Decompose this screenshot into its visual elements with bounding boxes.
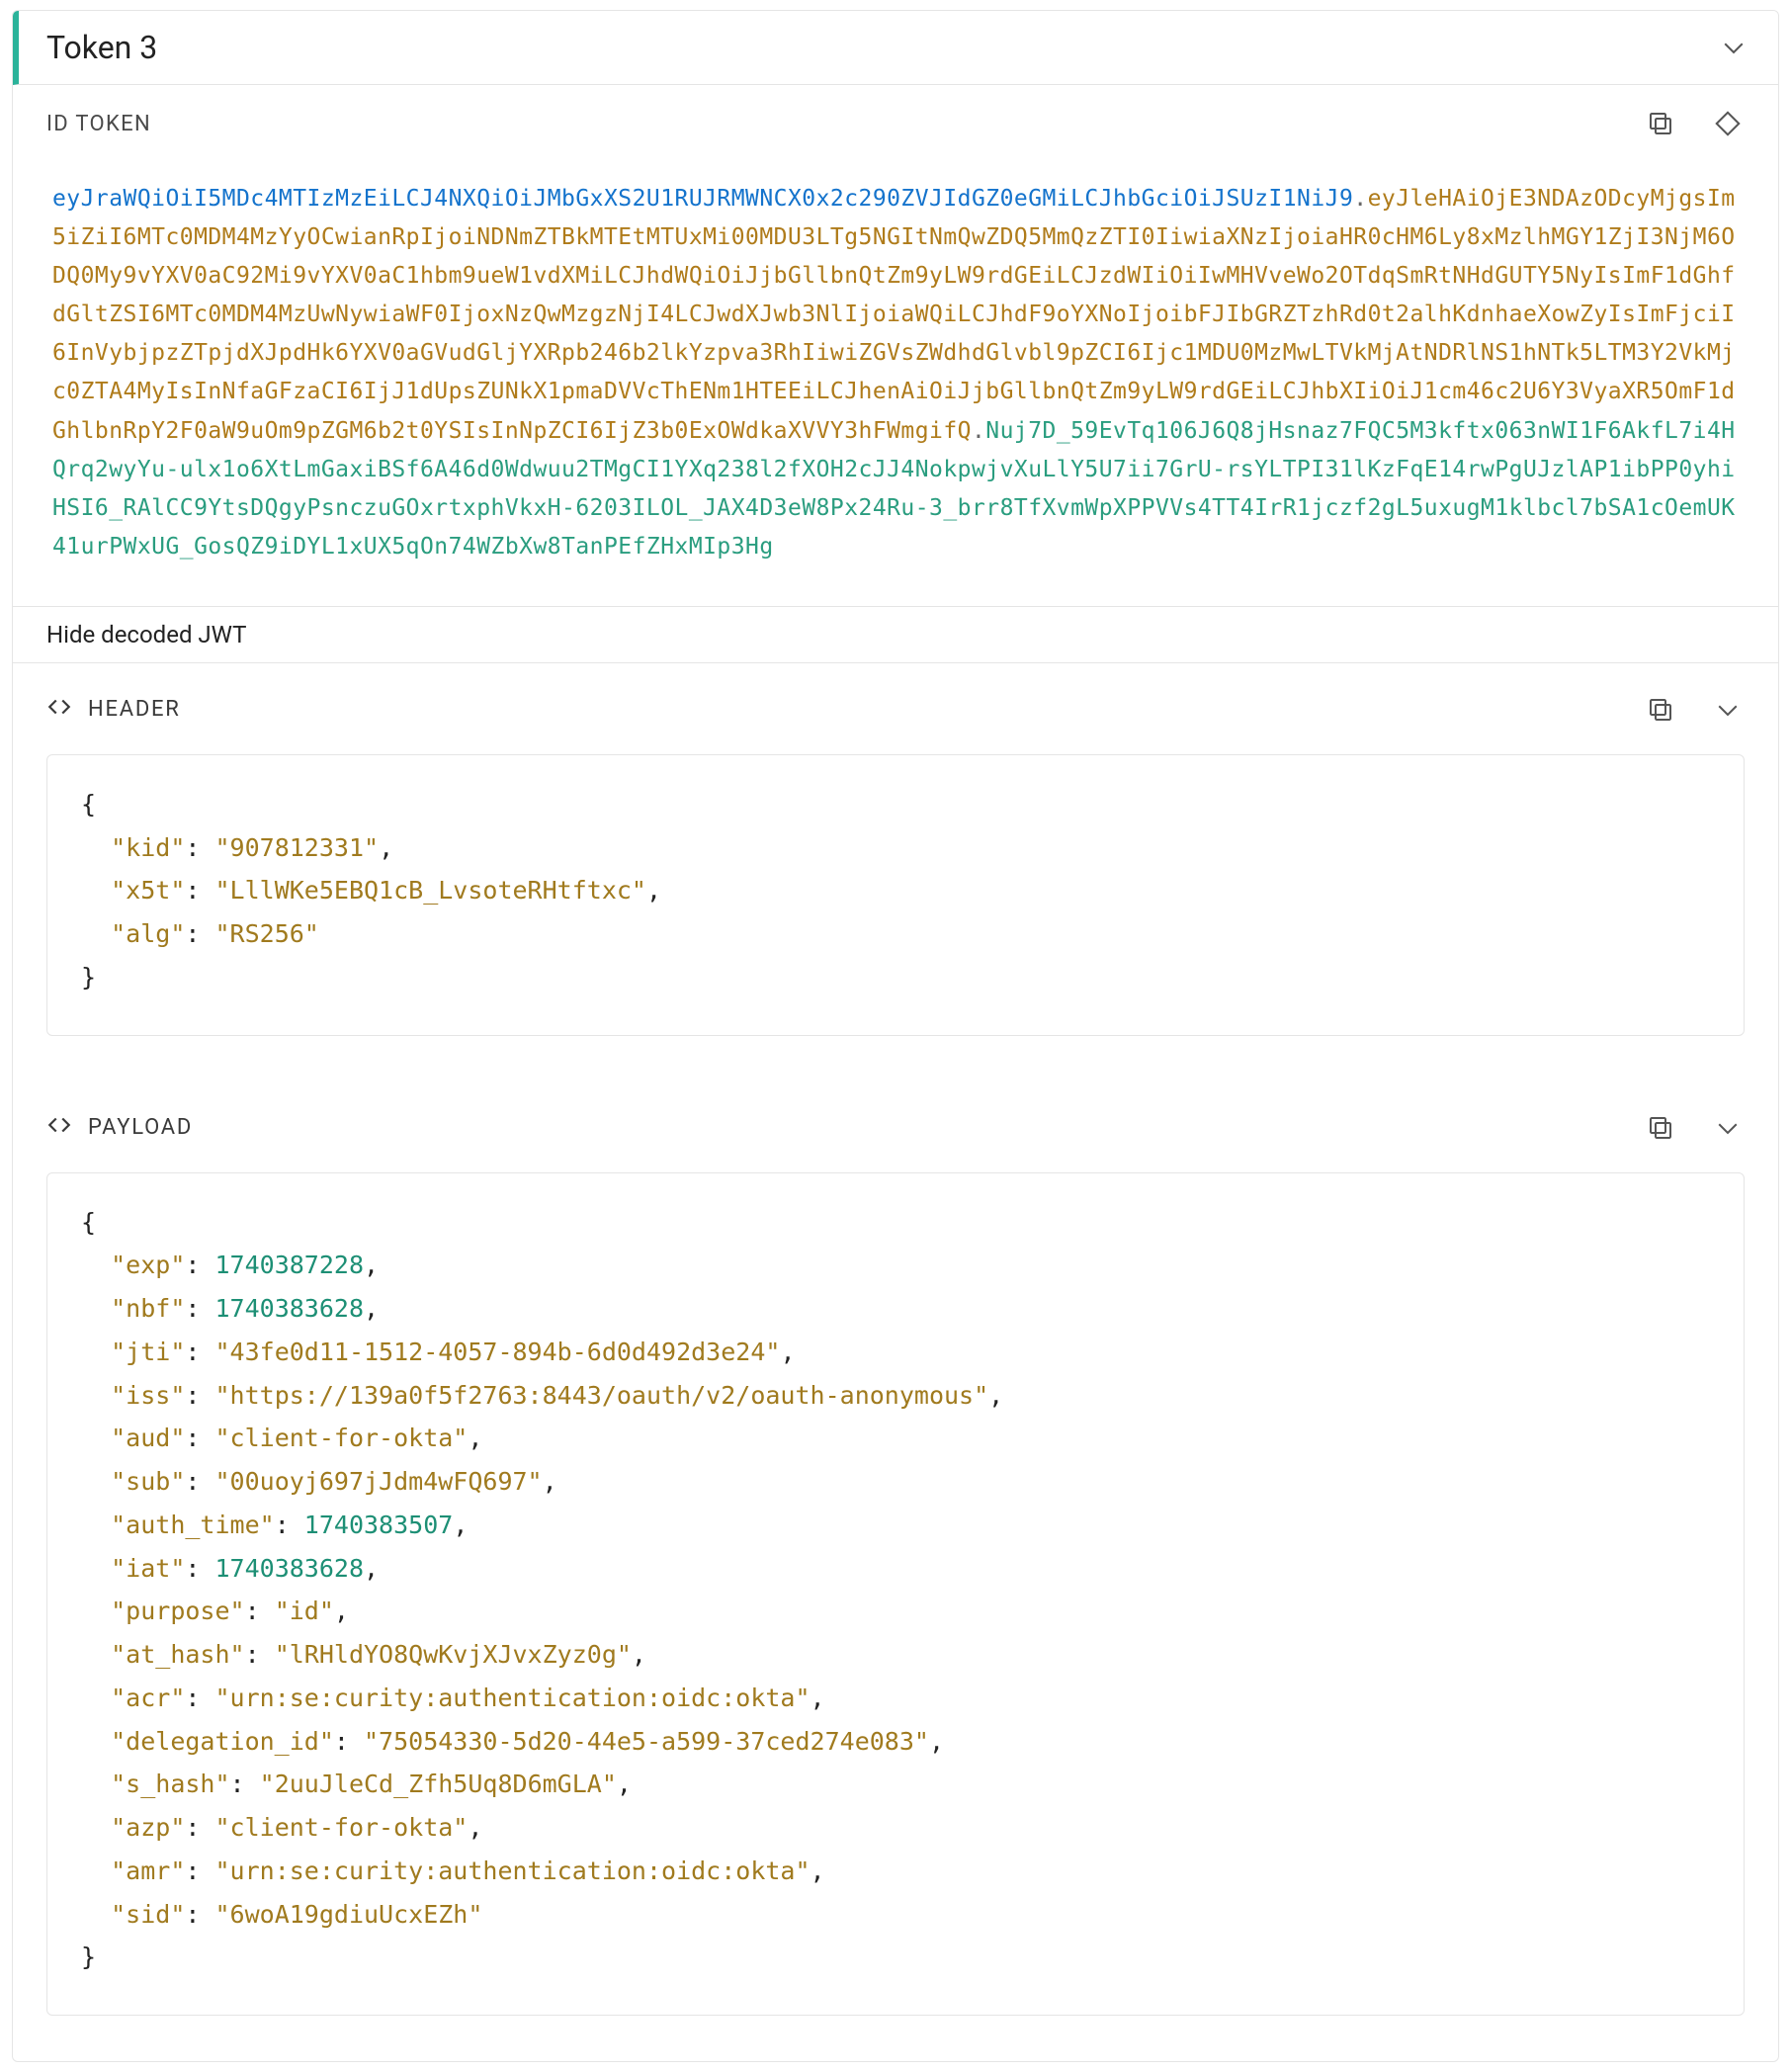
copy-icon[interactable] <box>1644 693 1677 727</box>
card-title: Token 3 <box>46 29 157 66</box>
copy-icon[interactable] <box>1644 107 1677 140</box>
chevron-down-icon[interactable] <box>1711 1111 1745 1145</box>
decoded-header-json: { "kid": "907812331", "x5t": "LllWKe5EBQ… <box>46 754 1745 1036</box>
id-token-section-header: ID TOKEN <box>13 85 1778 150</box>
decoded-header-left: HEADER <box>46 694 181 726</box>
decoded-payload-bar: PAYLOAD <box>13 1081 1778 1155</box>
decoded-payload-label: PAYLOAD <box>88 1115 193 1140</box>
toggle-decoded-jwt[interactable]: Hide decoded JWT <box>13 606 1778 663</box>
decoded-header-bar: HEADER <box>13 663 1778 736</box>
token-card: Token 3 ID TOKEN eyJraWQiOiI5MDc4MTIzMzE… <box>12 10 1779 2062</box>
card-header[interactable]: Token 3 <box>13 11 1778 85</box>
jwt-separator: . <box>972 418 985 444</box>
copy-icon[interactable] <box>1644 1111 1677 1145</box>
jwt-header-segment: eyJraWQiOiI5MDc4MTIzMzEiLCJ4NXQiOiJMbGxX… <box>52 186 1353 212</box>
jwt-payload-segment: eyJleHAiOjE3NDAzODcyMjgsIm5iZiI6MTc0MDM4… <box>52 186 1736 444</box>
decoded-header-actions <box>1644 693 1745 727</box>
tag-icon[interactable] <box>1711 107 1745 140</box>
code-icon <box>46 1112 72 1144</box>
id-token-label: ID TOKEN <box>46 112 151 136</box>
jwt-raw: eyJraWQiOiI5MDc4MTIzMzEiLCJ4NXQiOiJMbGxX… <box>13 150 1778 606</box>
decoded-payload-actions <box>1644 1111 1745 1145</box>
id-token-actions <box>1644 107 1745 140</box>
jwt-separator: . <box>1353 186 1367 212</box>
decoded-header-label: HEADER <box>88 697 181 722</box>
decoded-payload-left: PAYLOAD <box>46 1112 193 1144</box>
code-icon <box>46 694 72 726</box>
chevron-down-icon[interactable] <box>1717 31 1750 64</box>
decoded-payload-json: { "exp": 1740387228, "nbf": 1740383628, … <box>46 1172 1745 2017</box>
chevron-down-icon[interactable] <box>1711 693 1745 727</box>
